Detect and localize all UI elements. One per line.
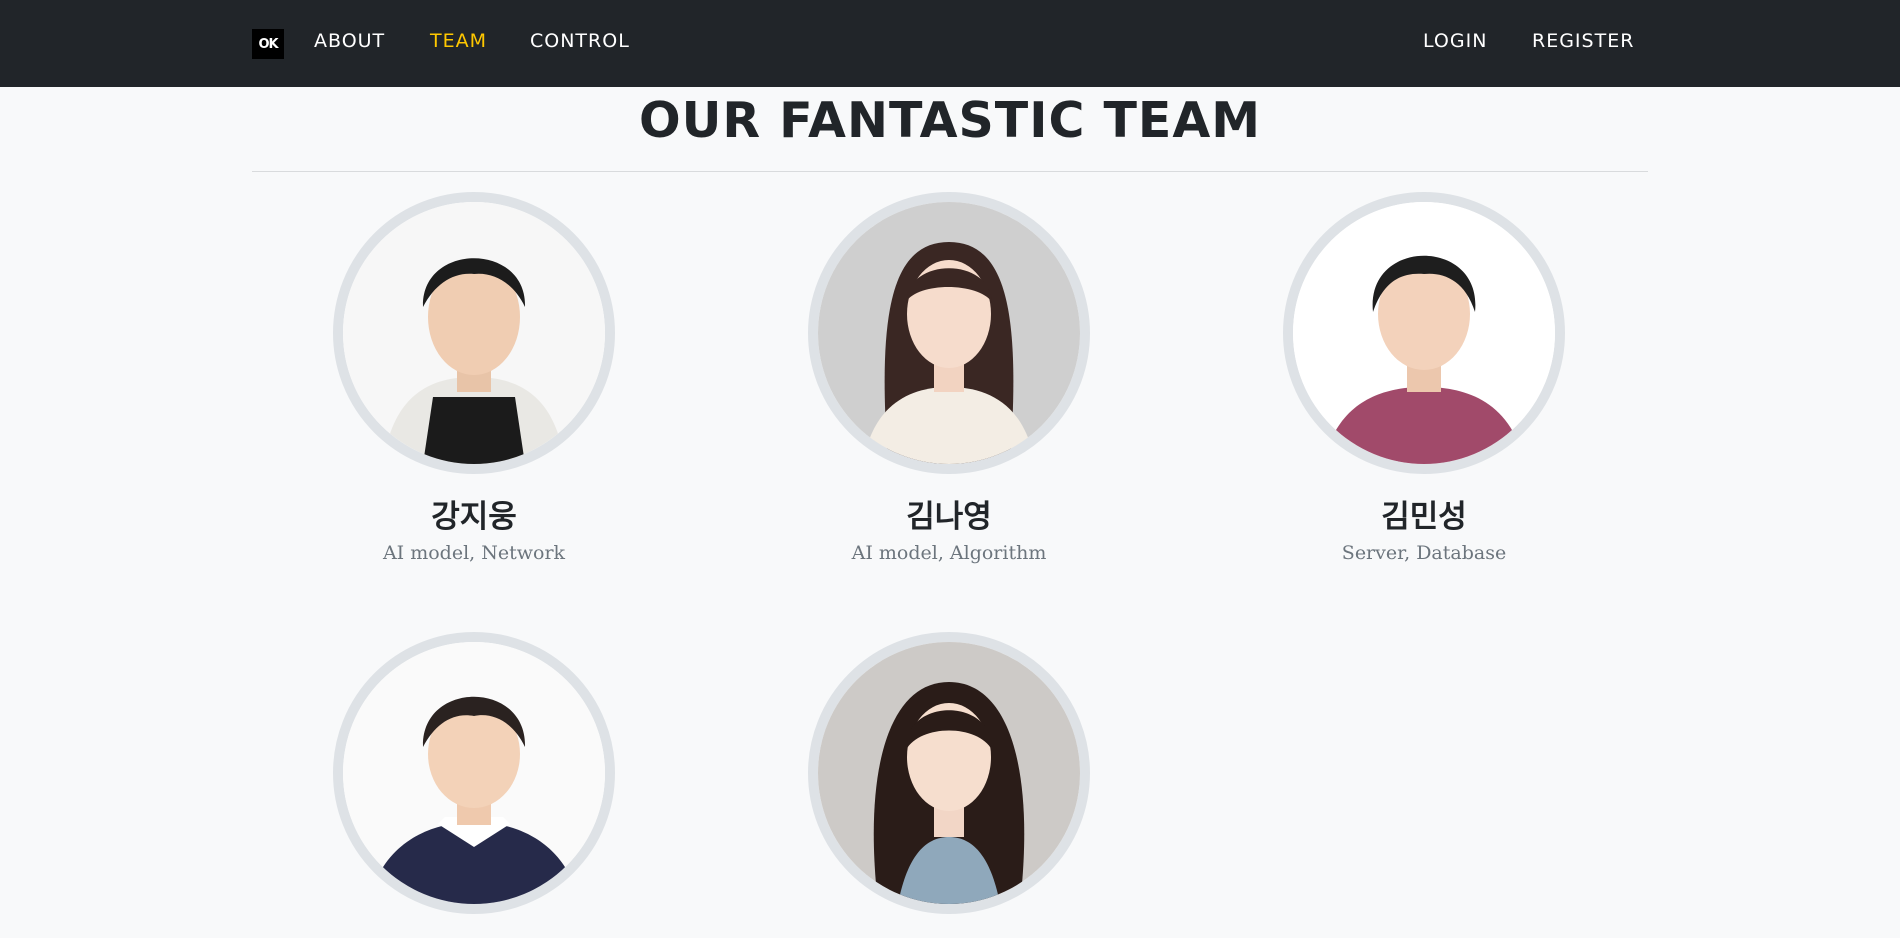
nav-link-team[interactable]: TEAM: [430, 29, 487, 53]
brand-logo[interactable]: OK: [252, 29, 284, 59]
nav-link-register[interactable]: REGISTER: [1532, 29, 1634, 53]
member-role: Server, Database: [1341, 542, 1507, 564]
team-member-card: 김민성 Server, Database: [1244, 192, 1604, 566]
team-member-card: 김나영 AI model, Algorithm: [769, 192, 1129, 566]
nav-link-about[interactable]: ABOUT: [314, 29, 385, 53]
navbar: OK ABOUT TEAM CONTROL LOGIN REGISTER: [0, 0, 1900, 87]
member-photo: [333, 632, 615, 914]
member-photo: [1283, 192, 1565, 474]
member-photo: [333, 192, 615, 474]
team-member-card: [294, 632, 654, 938]
divider: [252, 171, 1648, 172]
member-role: AI model, Network: [382, 542, 566, 564]
team-member-card: [769, 632, 1129, 938]
nav-link-control[interactable]: CONTROL: [530, 29, 630, 53]
member-photo: [808, 192, 1090, 474]
member-name: 강지웅: [431, 499, 517, 535]
member-name: 김나영: [906, 499, 992, 535]
team-member-card: 강지웅 AI model, Network: [294, 192, 654, 566]
member-name: 김민성: [1381, 499, 1467, 535]
nav-link-login[interactable]: LOGIN: [1423, 29, 1487, 53]
member-photo: [808, 632, 1090, 914]
section-heading: OUR FANTASTIC TEAM: [638, 92, 1262, 149]
member-role: AI model, Algorithm: [851, 542, 1047, 564]
